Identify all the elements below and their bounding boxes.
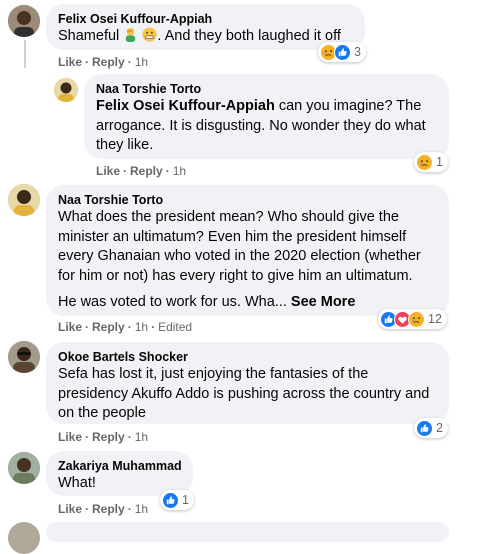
comment-text: Sefa has lost it, just enjoying the fant… [58,366,430,421]
grimacing-face-icon [142,27,157,42]
separator: · [85,320,90,334]
separator: · [127,320,132,334]
comment-text: What does the president mean? Who should… [58,209,421,284]
reaction-summary[interactable]: 3 [318,42,366,62]
reply-button[interactable]: Reply [92,430,125,444]
comment-bubble: Naa Torshie Torto What does the presiden… [46,185,449,316]
separator: · [127,55,132,69]
like-reaction-icon [416,419,433,437]
comment-text-continued: He was voted to work for us. Wha... See … [58,293,437,313]
separator: · [151,320,156,334]
sad-reaction-icon [408,310,425,328]
like-reaction-icon [334,43,351,61]
comment-text: Felix Osei Kuffour-Appiah can you imagin… [96,97,437,156]
comment-author[interactable]: Felix Osei Kuffour-Appiah [58,11,353,27]
edited-label[interactable]: Edited [158,320,192,334]
comment-author[interactable]: Naa Torshie Torto [58,192,437,208]
like-button[interactable]: Like [96,164,120,178]
mention-link[interactable]: Felix Osei Kuffour-Appiah [96,98,275,114]
reply-button[interactable]: Reply [92,502,125,516]
comment-author[interactable]: Naa Torshie Torto [96,81,437,97]
reaction-summary[interactable]: 12 [378,309,447,329]
reply-button[interactable]: Reply [130,164,163,178]
comment-actions: Like · Reply · 1h [58,501,148,517]
like-button[interactable]: Like [58,502,82,516]
sad-reaction-icon [416,153,433,171]
reaction-count: 1 [182,493,189,507]
comment-text-part: Shameful [58,28,120,44]
timestamp[interactable]: 1h [135,55,148,69]
comment-bubble: Okoe Bartels Shocker Sefa has lost it, j… [46,342,449,424]
comment-actions: Like · Reply · 1h [58,429,148,445]
comment-author[interactable]: Zakariya Muhammad [58,458,182,474]
avatar[interactable] [8,5,40,37]
separator: · [127,502,132,516]
avatar[interactable] [8,184,40,216]
avatar[interactable] [54,78,78,102]
avatar[interactable] [8,452,40,484]
reaction-count: 12 [428,312,442,326]
like-reaction-icon [162,491,179,509]
like-button[interactable]: Like [58,320,82,334]
reaction-summary[interactable]: 2 [414,418,448,438]
avatar[interactable] [8,341,40,373]
like-button[interactable]: Like [58,55,82,69]
see-more-link[interactable]: See More [291,294,355,310]
separator: · [127,430,132,444]
separator: · [85,502,90,516]
reaction-count: 2 [436,421,443,435]
person-facepalm-icon [126,27,136,42]
comment-text-part: He was voted to work for us. Wha... [58,294,287,310]
separator: · [85,55,90,69]
reaction-summary[interactable]: 1 [160,490,194,510]
comment-text-part: . And they both laughed it off [157,28,341,44]
timestamp[interactable]: 1h [135,320,148,334]
comment-bubble: Felix Osei Kuffour-Appiah Shameful . And… [46,4,365,50]
timestamp[interactable]: 1h [135,502,148,516]
comment-actions: Like · Reply · 1h [96,163,186,179]
reaction-summary[interactable]: 1 [414,152,448,172]
timestamp[interactable]: 1h [135,430,148,444]
separator: · [165,164,170,178]
thread-line [24,40,26,68]
comment-actions: Like · Reply · 1h [58,54,148,70]
timestamp[interactable]: 1h [173,164,186,178]
comment-author[interactable]: Okoe Bartels Shocker [58,349,437,365]
reply-button[interactable]: Reply [92,320,125,334]
like-button[interactable]: Like [58,430,82,444]
comment-text: Shameful . And they both laughed it off [58,27,353,47]
separator: · [123,164,128,178]
comment-bubble [46,522,449,542]
reply-button[interactable]: Reply [92,55,125,69]
comment-text: What! [58,475,96,491]
reaction-count: 3 [354,45,361,59]
reaction-count: 1 [436,155,443,169]
comment-actions: Like · Reply · 1h · Edited [58,319,192,335]
avatar[interactable] [8,522,40,554]
separator: · [85,430,90,444]
comment-bubble: Naa Torshie Torto Felix Osei Kuffour-App… [84,74,449,159]
